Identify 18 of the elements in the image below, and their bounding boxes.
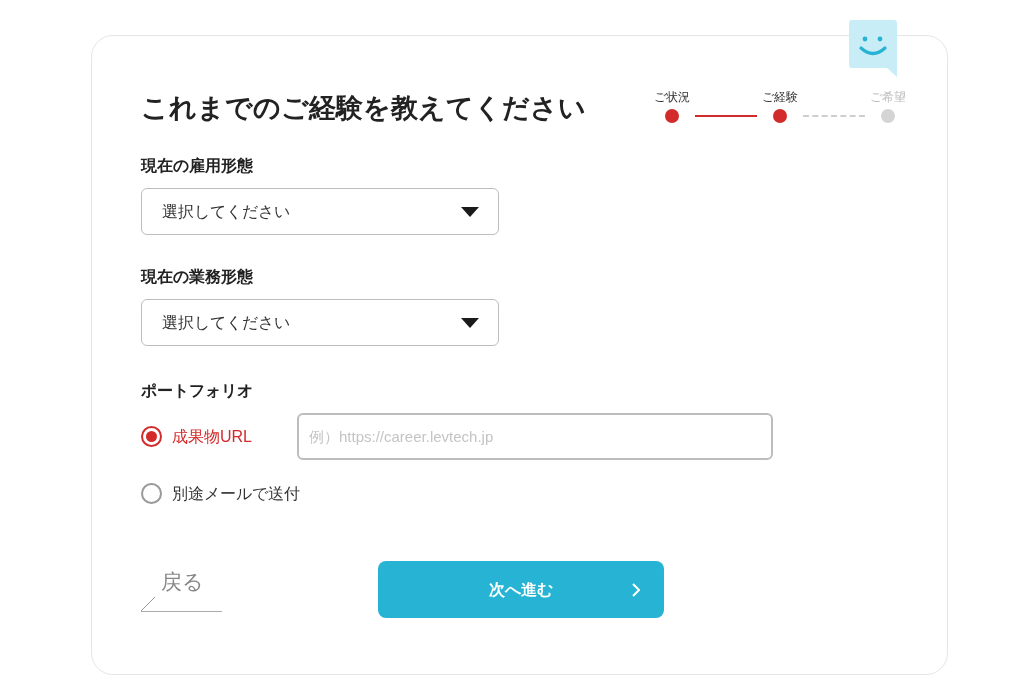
field-label: ポートフォリオ: [141, 381, 254, 401]
step-label: ご経験: [762, 89, 798, 105]
page-title: これまでのご経験を教えてください: [141, 92, 586, 125]
slash-icon: [141, 596, 155, 611]
dropdown-caret-icon: [461, 206, 479, 217]
step-label: ご希望: [870, 89, 906, 105]
select-field[interactable]: 選択してください: [141, 188, 499, 235]
radio-option[interactable]: 成果物URL: [141, 424, 297, 449]
field-label: 現在の業務形態: [141, 267, 254, 287]
back-link[interactable]: 戻る: [141, 567, 222, 612]
smiling-speech-bubble-icon: [849, 20, 897, 77]
url-input-field[interactable]: 例）https://career.levtech.jp: [297, 413, 773, 460]
radio-option[interactable]: 別途メールで送付: [141, 481, 300, 506]
dropdown-caret-icon: [461, 317, 479, 328]
select-field[interactable]: 選択してください: [141, 299, 499, 346]
step-label: ご状況: [654, 89, 690, 105]
chevron-right-icon: [632, 582, 640, 597]
field-label: 現在の雇用形態: [141, 156, 254, 176]
